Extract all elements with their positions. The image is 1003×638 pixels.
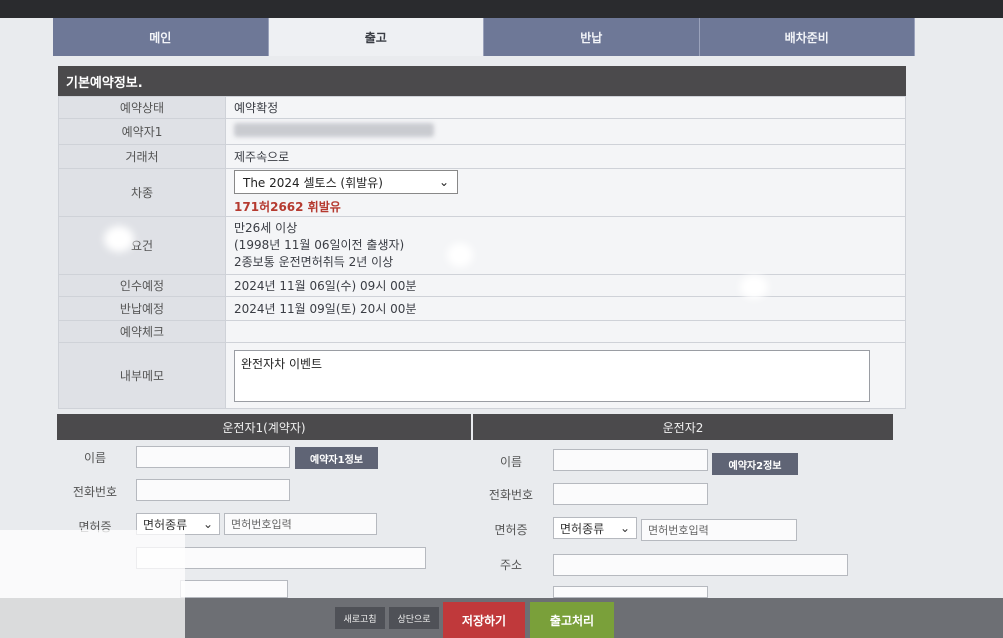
row-status: 예약상태 예약확정 [58,96,906,119]
chevron-down-icon: ⌄ [619,521,630,535]
memo-cell: 완전자차 이벤트 [225,342,906,409]
pickup-value: 2024년 11월 06일(수) 09시 00분 [225,274,906,297]
driver2-name-input[interactable] [553,449,708,471]
car-label: 차종 [58,168,226,217]
driver2-license-type-value: 면허종류 [560,521,605,536]
row-check: 예약체크 [58,320,906,343]
photo-glare [740,275,768,299]
requirement-line: (1998년 11월 06일이전 출생자) [234,238,405,252]
requirement-line: 만26세 이상 [234,221,298,235]
requirement-line: 2종보통 운전면허취득 2년 이상 [234,255,394,269]
row-booker: 예약자1 [58,118,906,145]
driver1-license-number-input[interactable]: 면허번호입력 [224,513,377,535]
check-value [225,320,906,343]
screen-bezel [0,0,1003,18]
booker-value [225,118,906,145]
chevron-down-icon: ⌄ [202,517,213,531]
car-value-cell: The 2024 셀토스 (휘발유) ⌄ 171허2662 휘발유 [225,168,906,217]
memo-label: 내부메모 [58,342,226,409]
requirements-value: 만26세 이상 (1998년 11월 06일이전 출생자) 2종보통 운전면허취… [225,216,906,275]
row-pickup: 인수예정 2024년 11월 06일(수) 09시 00분 [58,274,906,297]
row-requirements: 요건 만26세 이상 (1998년 11월 06일이전 출생자) 2종보통 운전… [58,216,906,275]
to-top-button[interactable]: 상단으로 [389,607,439,629]
checkout-process-button[interactable]: 출고처리 [530,602,614,638]
car-plate: 171허2662 휘발유 [234,200,341,214]
driver1-extra-input[interactable] [180,580,288,598]
driver2-license-number-input[interactable]: 면허번호입력 [641,519,797,541]
driver1-name-label: 이름 [83,451,107,465]
refresh-button[interactable]: 새로고침 [335,607,385,629]
memo-textarea[interactable]: 완전자차 이벤트 [234,349,870,402]
tab-main[interactable]: 메인 [53,18,269,56]
photo-glare [0,530,185,638]
row-memo: 내부메모 완전자차 이벤트 [58,342,906,409]
reservation-info-table: 예약상태 예약확정 예약자1 거래처 제주속으로 차종 The 2024 셀토스… [58,96,906,409]
driver2-address-label: 주소 [499,558,523,572]
driver1-name-input[interactable] [136,446,290,468]
driver2-info-button[interactable]: 예약자2정보 [712,453,798,475]
driver2-license-type-select[interactable]: 면허종류 ⌄ [553,517,637,539]
driver1-phone-label: 전화번호 [72,485,118,499]
check-label: 예약체크 [58,320,226,343]
status-value: 예약확정 [225,96,906,119]
driver1-header: 운전자1(계약자) [57,414,471,440]
driver2-name-label: 이름 [499,455,523,469]
tab-return[interactable]: 반납 [484,18,700,56]
booker-label: 예약자1 [58,118,226,145]
driver2-license-label: 면허증 [494,523,528,537]
return-value: 2024년 11월 09일(토) 20시 00분 [225,296,906,321]
row-return: 반납예정 2024년 11월 09일(토) 20시 00분 [58,296,906,321]
driver2-extra-input[interactable] [553,586,708,598]
car-select-value: The 2024 셀토스 (휘발유) [243,175,383,190]
driver2-phone-label: 전화번호 [488,488,534,502]
pickup-label: 인수예정 [58,274,226,297]
main-tabs: 메인 출고 반납 배차준비 [53,18,915,56]
photo-glare [447,243,473,267]
basic-info-header: 기본예약정보. [58,66,906,96]
return-label: 반납예정 [58,296,226,321]
driver1-info-button[interactable]: 예약자1정보 [295,447,378,469]
tab-dispatch[interactable]: 배차준비 [699,18,915,56]
driver2-header: 운전자2 [473,414,893,440]
requirements-label: 요건 [58,216,226,275]
chevron-down-icon: ⌄ [438,175,449,189]
row-client: 거래처 제주속으로 [58,144,906,169]
driver1-phone-input[interactable] [136,479,290,501]
save-button[interactable]: 저장하기 [443,602,525,638]
photo-glare [104,226,134,252]
client-label: 거래처 [58,144,226,169]
client-value: 제주속으로 [225,144,906,169]
driver2-address-input[interactable] [553,554,848,576]
tab-checkout[interactable]: 출고 [268,18,484,56]
status-label: 예약상태 [58,96,226,119]
driver2-phone-input[interactable] [553,483,708,505]
row-car: 차종 The 2024 셀토스 (휘발유) ⌄ 171허2662 휘발유 [58,168,906,217]
redacted-name [234,123,434,137]
car-select[interactable]: The 2024 셀토스 (휘발유) ⌄ [234,170,458,194]
